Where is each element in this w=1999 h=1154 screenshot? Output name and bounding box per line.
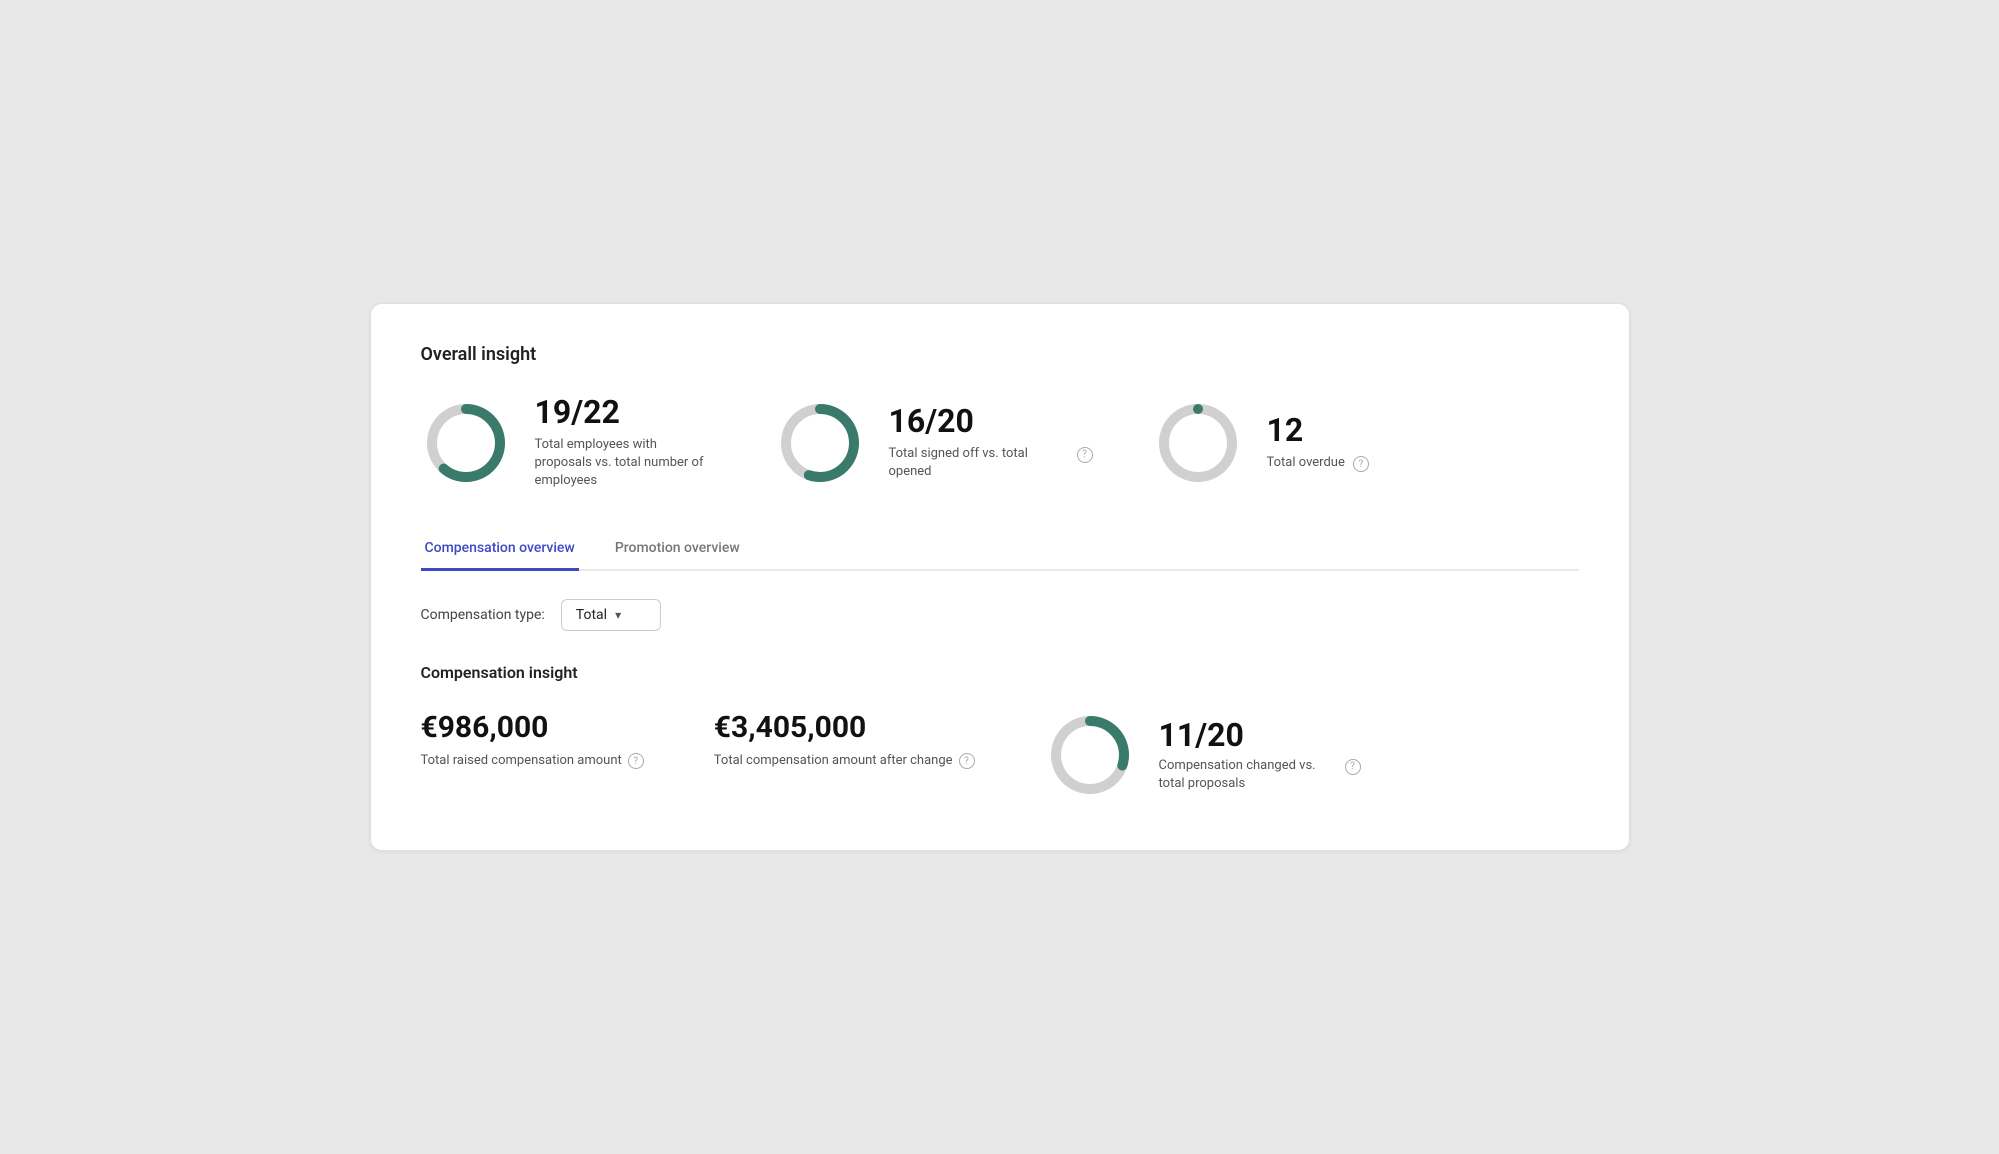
- compensation-insight-metrics: €986,000 Total raised compensation amoun…: [421, 710, 1579, 800]
- comp-metric-after-change-label: Total compensation amount after change: [714, 753, 953, 768]
- metric-signed-off-info: 16/20 Total signed off vs. total opened …: [889, 404, 1093, 482]
- comp-metric-raised-label-row: Total raised compensation amount ?: [421, 751, 644, 769]
- donut-signed-off: [775, 398, 865, 488]
- comp-metric-changed-value: 11/20: [1159, 718, 1361, 753]
- changed-help-icon[interactable]: ?: [1345, 759, 1361, 775]
- comp-metric-after-change-value: €3,405,000: [714, 710, 975, 745]
- comp-metric-after-change-label-row: Total compensation amount after change ?: [714, 751, 975, 769]
- compensation-type-value: Total: [576, 607, 607, 623]
- after-change-help-icon[interactable]: ?: [959, 753, 975, 769]
- raised-help-icon[interactable]: ?: [628, 753, 644, 769]
- metric-employees-info: 19/22 Total employees with proposals vs.…: [535, 395, 715, 491]
- metric-employees-value: 19/22: [535, 395, 715, 430]
- metric-employees-label: Total employees with proposals vs. total…: [535, 436, 715, 491]
- metric-overdue: 12 Total overdue ?: [1153, 398, 1369, 488]
- tab-compensation[interactable]: Compensation overview: [421, 530, 579, 571]
- metric-employees-proposals: 19/22 Total employees with proposals vs.…: [421, 395, 715, 491]
- metric-overdue-info: 12 Total overdue ?: [1267, 413, 1369, 472]
- donut-employees: [421, 398, 511, 488]
- compensation-type-select[interactable]: Total ▾: [561, 599, 661, 631]
- compensation-insight-title: Compensation insight: [421, 663, 1579, 682]
- overall-insight-title: Overall insight: [421, 344, 1579, 365]
- signed-off-help-icon[interactable]: ?: [1077, 447, 1093, 463]
- compensation-type-row: Compensation type: Total ▾: [421, 599, 1579, 631]
- main-card: Overall insight 19/22 Total employees wi…: [370, 303, 1630, 852]
- metric-overdue-value: 12: [1267, 413, 1369, 448]
- comp-metric-after-change: €3,405,000 Total compensation amount aft…: [714, 710, 975, 769]
- compensation-type-label: Compensation type:: [421, 607, 545, 623]
- metric-overdue-label: Total overdue: [1267, 454, 1345, 472]
- comp-metric-raised-label: Total raised compensation amount: [421, 753, 622, 768]
- donut-changed: [1045, 710, 1135, 800]
- metric-signed-off: 16/20 Total signed off vs. total opened …: [775, 398, 1093, 488]
- tabs-row: Compensation overview Promotion overview: [421, 530, 1579, 571]
- comp-metric-changed-info: 11/20 Compensation changed vs. total pro…: [1159, 718, 1361, 794]
- tab-promotion[interactable]: Promotion overview: [611, 530, 744, 571]
- overdue-help-icon[interactable]: ?: [1353, 456, 1369, 472]
- donut-overdue: [1153, 398, 1243, 488]
- metric-signed-off-label-row: Total signed off vs. total opened ?: [889, 445, 1093, 481]
- overall-metrics-row: 19/22 Total employees with proposals vs.…: [421, 395, 1579, 491]
- comp-metric-changed-label: Compensation changed vs. total proposals: [1159, 757, 1339, 793]
- chevron-down-icon: ▾: [615, 608, 621, 622]
- metric-signed-off-value: 16/20: [889, 404, 1093, 439]
- comp-metric-changed: 11/20 Compensation changed vs. total pro…: [1045, 710, 1361, 800]
- metric-overdue-label-row: Total overdue ?: [1267, 454, 1369, 472]
- metric-signed-off-label: Total signed off vs. total opened: [889, 445, 1069, 481]
- comp-metric-raised-value: €986,000: [421, 710, 644, 745]
- comp-metric-raised: €986,000 Total raised compensation amoun…: [421, 710, 644, 769]
